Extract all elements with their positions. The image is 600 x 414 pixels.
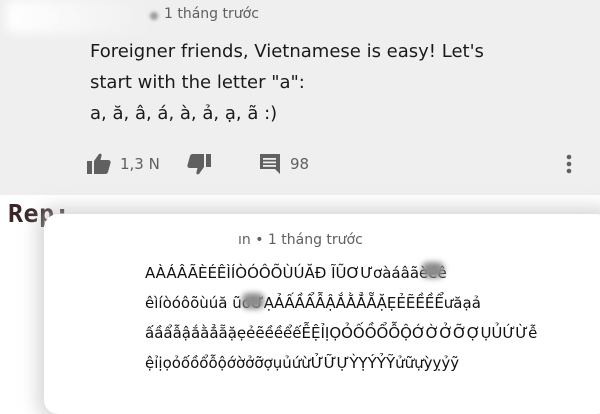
reply-text: AÀÁÂÃÈÉÊÌÍÒÓÔÕÙÚĂĐ ĨŨƠƯơàáâãèéê êìíòóôõù…	[145, 258, 595, 378]
dislike-button[interactable]	[186, 150, 212, 178]
reply-count: 98	[290, 155, 310, 173]
blurred-separator	[150, 12, 158, 20]
reply-line: ấầẩẫậắằẳẵặẹẻẽềềểếỄỆỈỊỌỎỐỒỔỖỘỚỜỞỠỢỤỦỨỪễ	[145, 324, 538, 342]
more-vertical-icon[interactable]	[564, 152, 574, 176]
more-options-button[interactable]	[564, 150, 574, 178]
comment-text: Foreigner friends, Vietnamese is easy! L…	[90, 36, 590, 129]
blurred-author-name	[6, 0, 154, 34]
thumbs-down-icon[interactable]	[186, 152, 212, 176]
reply-timestamp[interactable]: ın • 1 tháng trước	[238, 232, 363, 248]
comment-line: a, ă, â, á, à, ả, ạ, ã :)	[90, 103, 278, 124]
comment-action-bar: 1,3 N 98	[86, 150, 586, 180]
redaction-blur	[422, 262, 444, 278]
redaction-blur	[242, 293, 264, 309]
reply-line: AÀÁÂÃÈÉÊÌÍÒÓÔÕÙÚĂĐ ĨŨƠƯơàáâãèéê	[145, 264, 447, 282]
thumbs-up-icon[interactable]	[86, 152, 112, 176]
reply-line: êìíòóôõùúă ũơƯẠẢẤẦẨẪẬẮẰẲẴẶẸẺẼỀỀỂưăạả	[145, 294, 481, 312]
comment-line: Foreigner friends, Vietnamese is easy! L…	[90, 41, 484, 62]
comment-line: start with the letter "a":	[90, 72, 305, 93]
comment-icon[interactable]	[258, 152, 282, 176]
comment-timestamp[interactable]: 1 tháng trước	[164, 6, 259, 22]
like-button[interactable]: 1,3 N	[86, 150, 160, 178]
reply-line: ệỉịọỏốồổỗộớờởỡợụủứừỬỮỰỲỴÝỶỸửữựỳỵỷỹ	[145, 354, 460, 372]
like-count: 1,3 N	[120, 155, 160, 173]
top-comment: 1 tháng trước Foreigner friends, Vietnam…	[0, 0, 600, 195]
reply-button[interactable]: 98	[258, 150, 309, 178]
